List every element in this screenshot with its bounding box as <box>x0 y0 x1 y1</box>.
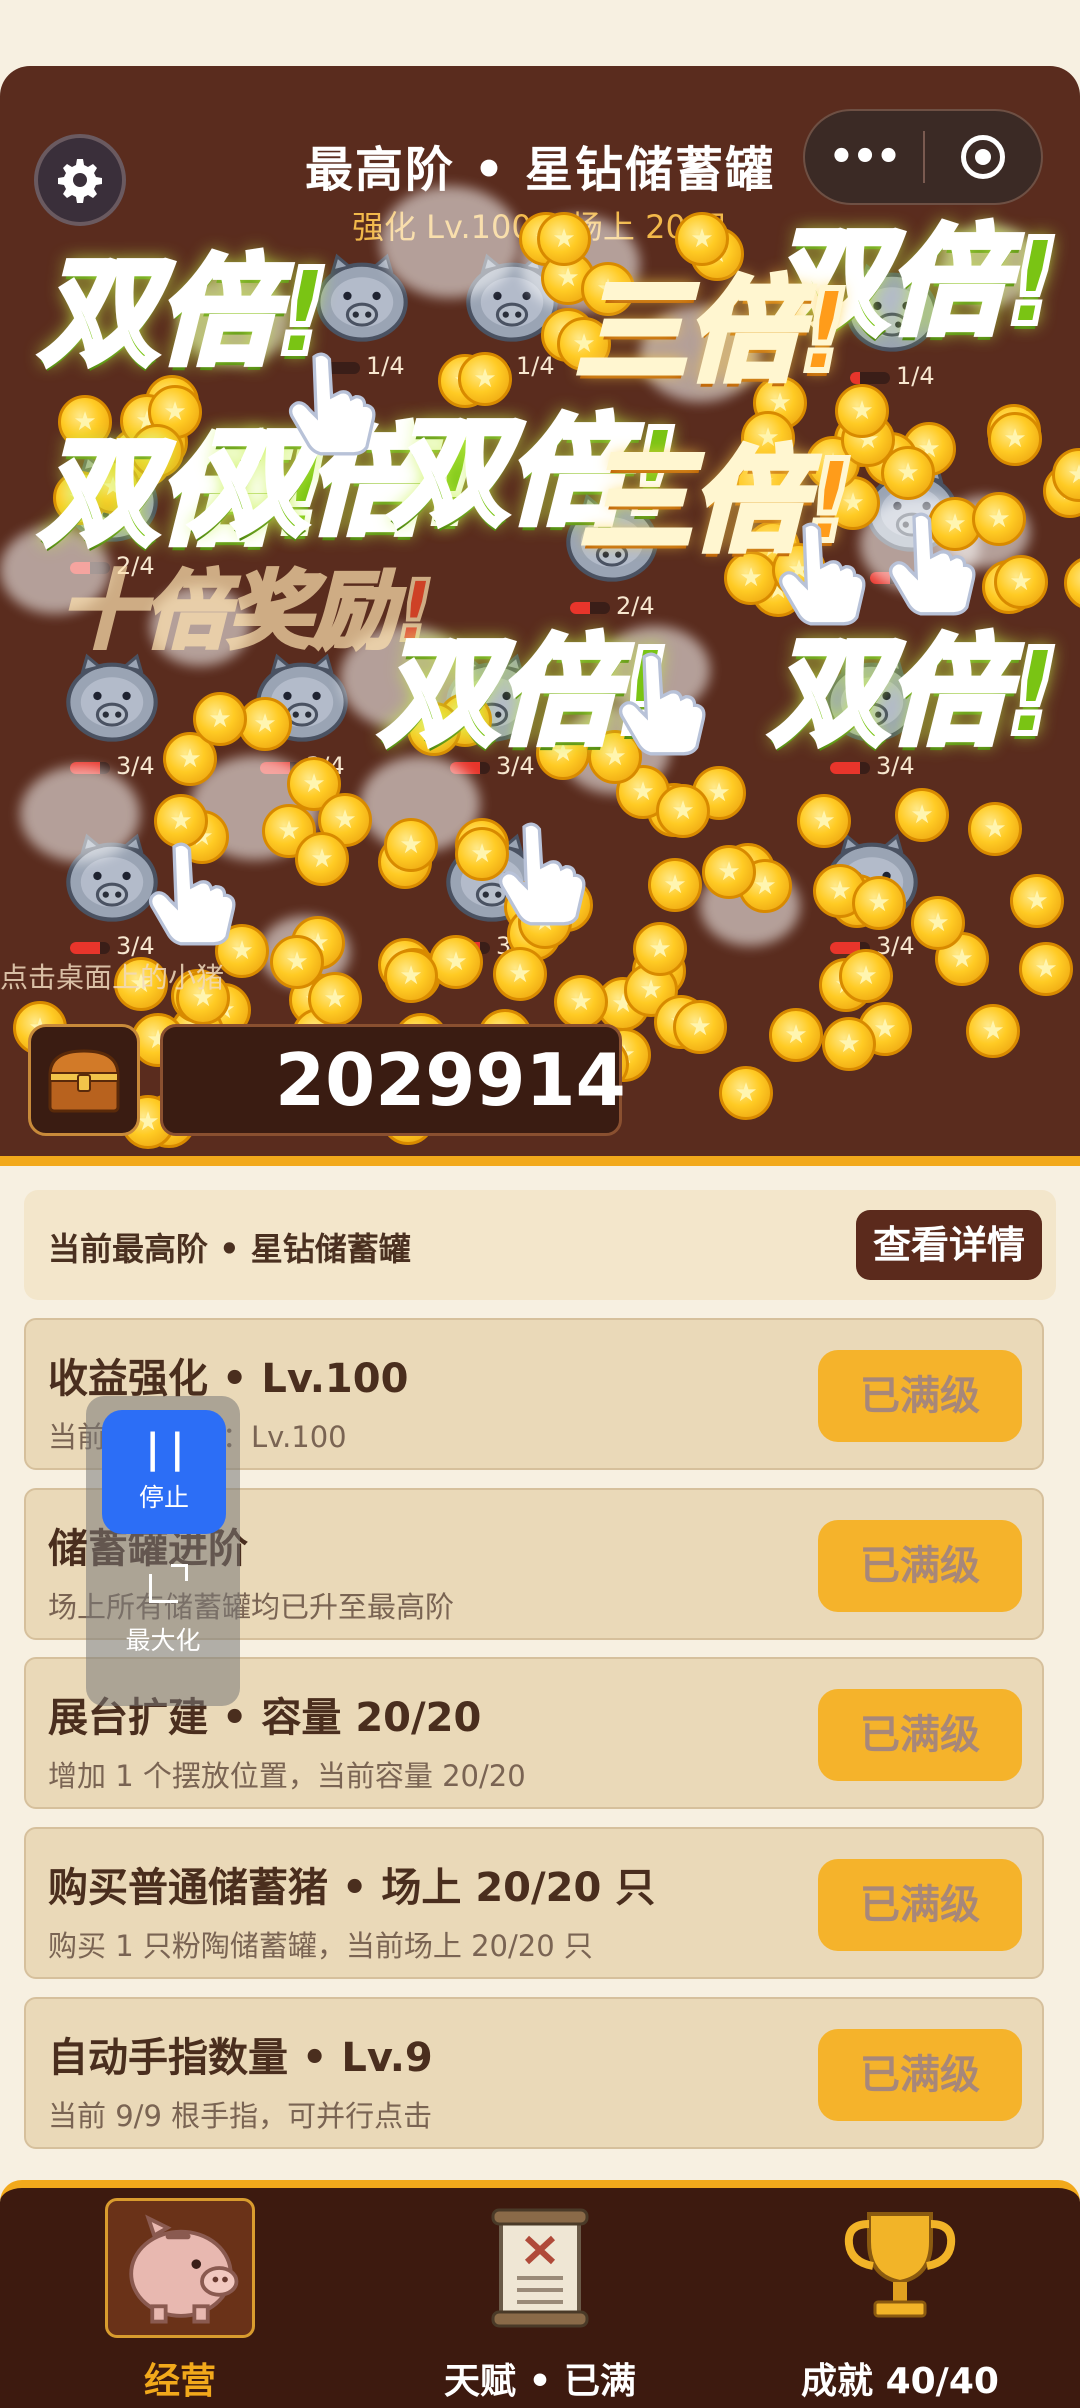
gold-coin[interactable]: ★ <box>673 1000 727 1054</box>
tier-info-label: 当前最高阶 • 星钻储蓄罐 <box>48 1230 411 1268</box>
gold-coin[interactable]: ★ <box>966 1004 1020 1058</box>
upgrade-desc: 当前 9/9 根手指，可并行点击 <box>48 2099 433 2133</box>
upgrade-card-buy-pig: 购买普通储蓄猪 • 场上 20/20 只 购买 1 只粉陶储蓄罐，当前场上 20… <box>24 1827 1044 1979</box>
pig-progress-label: 3/4 <box>116 752 155 780</box>
gear-icon <box>58 159 102 203</box>
tab-talent[interactable]: 天赋 • 已满 <box>360 2188 720 2408</box>
gold-coin[interactable]: ★ <box>719 1066 773 1120</box>
max-level-button[interactable]: 已满级 <box>818 1689 1022 1781</box>
gold-coin[interactable]: ★ <box>988 412 1042 466</box>
upgrade-title: 自动手指数量 • Lv.9 <box>48 2035 433 2081</box>
gold-coin[interactable]: ★ <box>648 858 702 912</box>
stop-button[interactable]: | | 停止 <box>102 1410 226 1534</box>
view-details-button[interactable]: 查看详情 <box>856 1210 1042 1280</box>
gold-coin[interactable]: ★ <box>911 896 965 950</box>
max-level-button[interactable]: 已满级 <box>818 1859 1022 1951</box>
stop-label: 停止 <box>138 1483 189 1512</box>
tab-manage[interactable]: 经营 <box>0 2188 360 2408</box>
gold-coin[interactable]: ★ <box>822 1017 876 1071</box>
piggy-bank-icon <box>105 2198 255 2338</box>
gold-coin[interactable]: ★ <box>769 1008 823 1062</box>
gold-coin[interactable]: ★ <box>295 832 349 886</box>
gold-coin[interactable]: ★ <box>895 788 949 842</box>
smoke-puff <box>380 186 520 298</box>
gold-coin[interactable]: ★ <box>554 975 608 1029</box>
gold-coin[interactable]: ★ <box>308 972 362 1026</box>
auto-finger-icon <box>130 836 240 946</box>
gold-coin[interactable]: ★ <box>656 784 710 838</box>
target-icon <box>961 135 1005 179</box>
tab-achievement[interactable]: 成就 40/40 <box>720 2188 1080 2408</box>
upgrade-desc: 购买 1 只粉陶储蓄罐，当前场上 20/20 只 <box>48 1929 593 1963</box>
coin-total: 2029914 <box>160 1024 626 1136</box>
gold-coin[interactable]: ★ <box>1010 874 1064 928</box>
trophy-icon <box>825 2198 975 2338</box>
maximize-label: 最大化 <box>125 1626 201 1655</box>
gold-coin[interactable]: ★ <box>384 818 438 872</box>
scroll-icon <box>465 2198 615 2338</box>
close-button[interactable] <box>925 135 1041 179</box>
auto-finger-icon <box>600 646 710 756</box>
max-level-button[interactable]: 已满级 <box>818 1520 1022 1612</box>
gold-coin[interactable]: ★ <box>493 947 547 1001</box>
game-board[interactable]: 最高阶 • 星钻储蓄罐 强化 Lv.100 • 场上 20 只 1/41/41/… <box>0 66 1080 1166</box>
gold-coin[interactable]: ★ <box>193 692 247 746</box>
max-level-button[interactable]: 已满级 <box>818 1350 1022 1442</box>
bottom-nav: 经营 天赋 • 已满 成就 40/40 <box>0 2180 1080 2408</box>
gold-coin[interactable]: ★ <box>839 949 893 1003</box>
max-level-button[interactable]: 已满级 <box>818 2029 1022 2121</box>
auto-finger-icon <box>870 506 980 616</box>
pig-progress-bar <box>70 942 110 954</box>
gold-coin[interactable]: ★ <box>852 876 906 930</box>
tab-label: 天赋 • 已满 <box>443 2361 637 2402</box>
maximize-icon <box>148 1564 188 1603</box>
treasure-chest-icon <box>48 1049 120 1113</box>
settings-button[interactable] <box>34 134 126 226</box>
gold-coin[interactable]: ★ <box>881 446 935 500</box>
gold-coin[interactable]: ★ <box>1019 942 1073 996</box>
treasure-chest-button[interactable] <box>28 1024 140 1136</box>
gold-coin[interactable]: ★ <box>1064 556 1080 610</box>
upgrade-desc: 增加 1 个摆放位置，当前容量 20/20 <box>48 1759 526 1793</box>
tier-info-bar: 当前最高阶 • 星钻储蓄罐 查看详情 <box>24 1190 1056 1300</box>
gold-coin[interactable]: ★ <box>702 845 756 899</box>
smoke-puff <box>20 766 140 862</box>
gold-coin[interactable]: ★ <box>968 802 1022 856</box>
more-button[interactable]: ••• <box>805 134 923 180</box>
upgrade-title: 购买普通储蓄猪 • 场上 20/20 只 <box>48 1865 656 1911</box>
auto-finger-icon <box>480 816 590 926</box>
tap-hint: 点击桌面上的小猪 <box>0 961 225 994</box>
auto-clicker-panel: | | 停止 最大化 <box>86 1396 240 1706</box>
pig-progress-bar <box>850 372 890 384</box>
auto-finger-icon <box>270 346 380 456</box>
tab-label: 经营 <box>143 2361 216 2402</box>
gold-coin[interactable]: ★ <box>384 949 438 1003</box>
mini-program-capsule: ••• <box>803 109 1043 205</box>
upgrade-card-auto-finger: 自动手指数量 • Lv.9 当前 9/9 根手指，可并行点击 已满级 <box>24 1997 1044 2149</box>
gold-coin[interactable]: ★ <box>633 922 687 976</box>
tab-label: 成就 40/40 <box>801 2361 999 2402</box>
maximize-button[interactable]: 最大化 <box>86 1564 240 1657</box>
pig-progress-label: 1/4 <box>896 362 935 390</box>
auto-finger-icon <box>760 516 870 626</box>
pause-icon: | | <box>145 1426 184 1472</box>
gold-coin[interactable]: ★ <box>797 794 851 848</box>
gold-coin[interactable]: ★ <box>972 492 1026 546</box>
